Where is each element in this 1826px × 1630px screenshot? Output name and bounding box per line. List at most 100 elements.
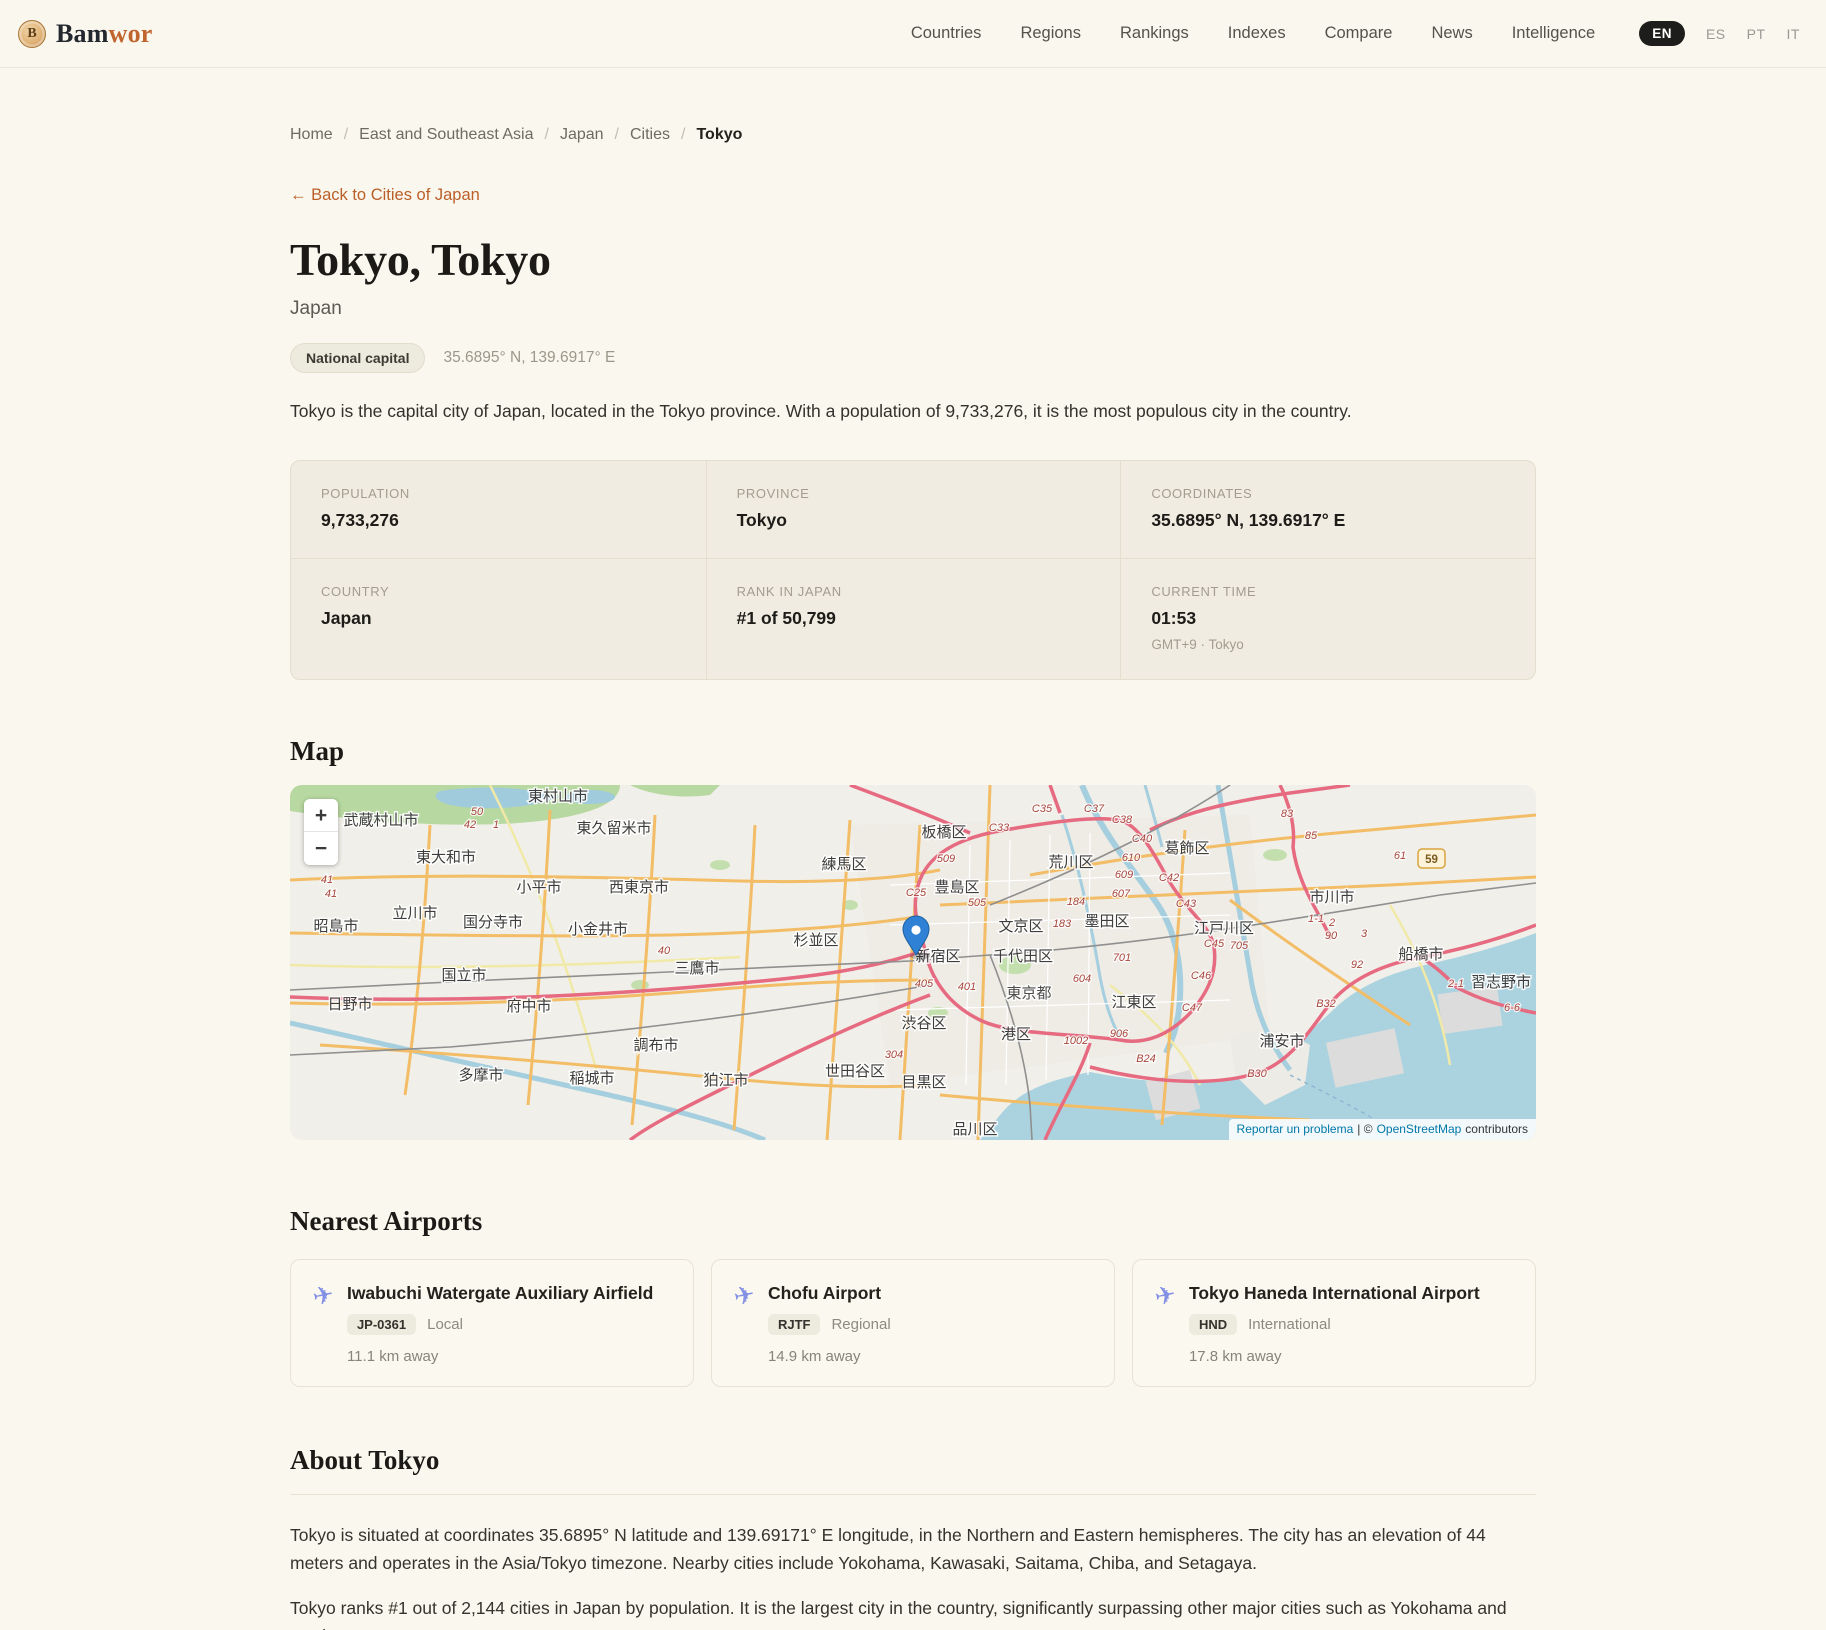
lang-en-button[interactable]: EN xyxy=(1639,21,1685,46)
airport-name: Chofu Airport xyxy=(768,1283,891,1304)
breadcrumb-separator: / xyxy=(344,126,348,144)
breadcrumb: Home / East and Southeast Asia / Japan /… xyxy=(290,126,1536,144)
map-label: 多摩市 xyxy=(458,1066,503,1084)
map-attribution: Reportar un problema | © OpenStreetMap c… xyxy=(1229,1119,1536,1140)
road-ref: 90 xyxy=(1325,930,1338,942)
route-shield-number: 59 xyxy=(1425,854,1438,866)
map-label: 板橋区 xyxy=(921,823,966,841)
zoom-in-button[interactable]: + xyxy=(304,799,338,832)
coordinates-text: 35.6895° N, 139.6917° E xyxy=(443,349,615,367)
stat-value: 35.6895° N, 139.6917° E xyxy=(1151,510,1505,531)
breadcrumb-home[interactable]: Home xyxy=(290,126,333,144)
road-ref: B32 xyxy=(1316,998,1336,1010)
brand-name-accent: wor xyxy=(109,19,153,48)
report-problem-link[interactable]: Reportar un problema xyxy=(1237,1122,1354,1136)
nav-item-rankings[interactable]: Rankings xyxy=(1120,24,1189,43)
road-ref: C33 xyxy=(989,822,1010,834)
map-label: 東京都 xyxy=(1006,985,1051,1002)
stats-grid: POPULATION 9,733,276 PROVINCE Tokyo COOR… xyxy=(290,460,1536,680)
road-ref: 401 xyxy=(958,981,976,993)
map-container[interactable]: 59 50 42 1 41 41 40 509 C25 505 C33 C35 … xyxy=(290,785,1536,1140)
road-ref: 42 xyxy=(464,819,476,831)
nav-item-countries[interactable]: Countries xyxy=(911,24,982,43)
stat-timezone: GMT+9 · Tokyo xyxy=(1151,637,1505,652)
brand-wordmark: Bamwor xyxy=(56,19,153,49)
section-divider xyxy=(290,1494,1536,1495)
lang-it-button[interactable]: IT xyxy=(1787,26,1800,42)
road-ref: 83 xyxy=(1281,808,1294,820)
map-label: 狛江市 xyxy=(703,1072,748,1089)
airport-distance: 11.1 km away xyxy=(347,1348,653,1365)
map-label: 港区 xyxy=(1001,1026,1031,1043)
openstreetmap-link[interactable]: OpenStreetMap xyxy=(1377,1122,1462,1136)
airport-code-badge: RJTF xyxy=(768,1314,821,1335)
map-label: 小平市 xyxy=(516,879,561,896)
road-ref: C35 xyxy=(1032,803,1053,815)
about-paragraph: Tokyo is situated at coordinates 35.6895… xyxy=(290,1521,1536,1578)
map-label: 浦安市 xyxy=(1259,1033,1304,1050)
road-ref: 50 xyxy=(471,806,484,818)
nav-item-indexes[interactable]: Indexes xyxy=(1228,24,1286,43)
map-label: 豊島区 xyxy=(934,879,979,896)
road-ref: 1 xyxy=(493,819,499,831)
stat-country: COUNTRY Japan xyxy=(291,558,706,679)
airplane-icon: ✈ xyxy=(732,1282,758,1311)
road-ref: 184 xyxy=(1067,896,1085,908)
map-canvas[interactable]: 59 50 42 1 41 41 40 509 C25 505 C33 C35 … xyxy=(290,785,1536,1140)
stat-label: COUNTRY xyxy=(321,584,676,599)
nav-item-intelligence[interactable]: Intelligence xyxy=(1512,24,1595,43)
map-label: 東村山市 xyxy=(528,788,588,805)
brand-logo[interactable]: B Bamwor xyxy=(18,19,153,49)
breadcrumb-separator: / xyxy=(615,126,619,144)
breadcrumb-country[interactable]: Japan xyxy=(560,126,604,144)
nav-item-compare[interactable]: Compare xyxy=(1325,24,1393,43)
back-to-cities-link[interactable]: ← Back to Cities of Japan xyxy=(290,186,480,205)
attribution-separator: | © xyxy=(1357,1122,1372,1136)
road-ref: 2-1 xyxy=(1447,978,1464,990)
map-section: Map xyxy=(290,736,1536,1140)
airport-distance: 14.9 km away xyxy=(768,1348,891,1365)
stat-label: COORDINATES xyxy=(1151,486,1505,501)
road-ref: 92 xyxy=(1351,959,1363,971)
map-label: 小金井市 xyxy=(568,921,628,938)
page-title: Tokyo, Tokyo xyxy=(290,233,1536,286)
breadcrumb-region[interactable]: East and Southeast Asia xyxy=(359,126,533,144)
airport-name: Iwabuchi Watergate Auxiliary Airfield xyxy=(347,1283,653,1304)
attribution-suffix: contributors xyxy=(1465,1122,1528,1136)
map-zoom-control: + − xyxy=(304,799,338,865)
map-label: 習志野市 xyxy=(1471,974,1531,991)
route-shield: 59 xyxy=(1418,849,1445,868)
road-ref: 607 xyxy=(1112,888,1131,900)
map-label: 墨田区 xyxy=(1084,913,1129,930)
map-label: 三鷹市 xyxy=(674,960,719,977)
nav-item-regions[interactable]: Regions xyxy=(1020,24,1081,43)
map-label: 東大和市 xyxy=(416,849,476,866)
breadcrumb-separator: / xyxy=(681,126,685,144)
breadcrumb-cities[interactable]: Cities xyxy=(630,126,670,144)
zoom-out-button[interactable]: − xyxy=(304,832,338,865)
airport-card[interactable]: ✈ Chofu Airport RJTF Regional 14.9 km aw… xyxy=(711,1259,1115,1387)
stat-label: POPULATION xyxy=(321,486,676,501)
stat-value: Tokyo xyxy=(737,510,1091,531)
airport-code-badge: JP-0361 xyxy=(347,1314,416,1335)
road-ref: 2 xyxy=(1328,917,1335,929)
map-label: 府中市 xyxy=(506,998,551,1015)
lang-es-button[interactable]: ES xyxy=(1706,26,1726,42)
main-content: Home / East and Southeast Asia / Japan /… xyxy=(290,68,1536,1630)
map-label: 日野市 xyxy=(327,996,372,1013)
airport-card[interactable]: ✈ Iwabuchi Watergate Auxiliary Airfield … xyxy=(290,1259,694,1387)
airport-card[interactable]: ✈ Tokyo Haneda International Airport HND… xyxy=(1132,1259,1536,1387)
stat-population: POPULATION 9,733,276 xyxy=(291,461,706,558)
airport-type: Regional xyxy=(831,1316,890,1333)
road-ref: C42 xyxy=(1159,872,1179,884)
nav-item-news[interactable]: News xyxy=(1431,24,1472,43)
road-ref: 183 xyxy=(1053,918,1072,930)
stat-value: Japan xyxy=(321,608,676,629)
airport-distance: 17.8 km away xyxy=(1189,1348,1480,1365)
lang-pt-button[interactable]: PT xyxy=(1747,26,1766,42)
map-label: 船橋市 xyxy=(1398,946,1443,963)
header: B Bamwor Countries Regions Rankings Inde… xyxy=(0,0,1826,68)
stat-province: PROVINCE Tokyo xyxy=(706,461,1121,558)
road-ref: C38 xyxy=(1112,814,1133,826)
map-label: 目黒区 xyxy=(901,1074,946,1091)
